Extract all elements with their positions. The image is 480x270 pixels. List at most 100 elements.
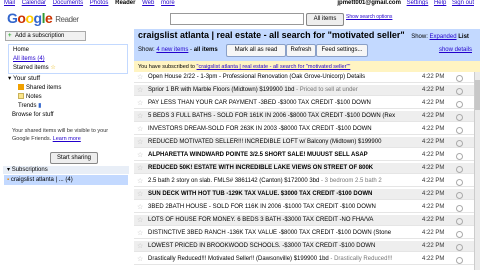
help-link[interactable]: Help [434, 0, 446, 6]
read-status-icon[interactable] [456, 127, 463, 134]
read-status-icon[interactable] [456, 205, 463, 212]
list-item[interactable]: ☆ 2.5 bath 2 story on slab. FMLS# 3861142… [134, 176, 474, 187]
star-icon[interactable]: ☆ [137, 254, 143, 265]
item-time: 4:22 PM [422, 178, 445, 184]
list-item[interactable]: ☆ REDUCED 50K! ESTATE WITH INCREDIBLE LAK… [134, 163, 474, 174]
read-status-icon[interactable] [456, 231, 463, 238]
notes-icon [18, 93, 24, 99]
show-details-link[interactable]: show details [439, 47, 472, 53]
read-status-icon[interactable] [456, 166, 463, 173]
read-status-icon[interactable] [456, 244, 463, 251]
search-scope-select[interactable]: All items [306, 13, 344, 26]
list-item[interactable]: ☆ DISTINCTIVE 3BED RANCH -136K TAX VALUE … [134, 228, 474, 239]
scrollbar[interactable] [474, 72, 480, 270]
notice-feed-link[interactable]: "craigslist atlanta | real estate - all … [197, 64, 351, 70]
subscriptions-header[interactable]: ▾ Subscriptions [3, 166, 129, 174]
list-item[interactable]: ☆ LOWEST PRICED IN BROOKWOOD SCHOOLS. -$3… [134, 241, 474, 252]
subscription-craigslist-atlanta[interactable]: ▪ craigslist atlanta | ... (4) [4, 175, 128, 185]
item-title-text: PAY LESS THAN YOUR CAR PAYMENT -3BED -$3… [148, 100, 371, 106]
star-icon[interactable]: ☆ [137, 137, 143, 148]
list-item[interactable]: ☆ LOTS OF HOUSE FOR MONEY. 6 BEDS 3 BATH … [134, 215, 474, 226]
read-status-icon[interactable] [456, 257, 463, 264]
nav-link-documents[interactable]: Documents [53, 0, 83, 6]
view-expanded-link[interactable]: Expanded [430, 34, 457, 40]
list-item[interactable]: ☆ ALPHARETTA WINDWARD POINTE 3/2.5 SHORT … [134, 150, 474, 161]
star-icon[interactable]: ☆ [137, 189, 143, 200]
collapse-triangle-icon: ▾ [7, 167, 11, 173]
feed-title: craigslist atlanta | real estate - all s… [138, 30, 405, 40]
shared-icon [18, 84, 24, 90]
read-status-icon[interactable] [456, 101, 463, 108]
sidebar-item-shared[interactable]: Shared items [18, 84, 61, 92]
refresh-button[interactable]: Refresh [286, 44, 316, 57]
all-items-filter[interactable]: all items [194, 47, 218, 53]
star-icon[interactable]: ☆ [137, 98, 143, 109]
nav-link-more[interactable]: more [161, 0, 175, 6]
add-subscription-button[interactable]: + Add a subscription [5, 31, 86, 41]
your-stuff-heading[interactable]: ▾ Your stuff [8, 75, 40, 83]
read-status-icon[interactable] [456, 88, 463, 95]
item-title: 2.5 bath 2 story on slab. FMLS# 3861142 … [148, 176, 414, 187]
sharing-info: Your shared items will be visible to you… [12, 127, 122, 143]
sidebar-item-browse[interactable]: Browse for stuff [12, 111, 54, 119]
start-sharing-button[interactable]: Start sharing [50, 152, 98, 164]
scrollbar-thumb[interactable] [475, 80, 480, 110]
google-reader-logo[interactable]: Google Reader [7, 10, 79, 26]
notes-label: Notes [26, 94, 42, 100]
star-icon[interactable]: ☆ [137, 241, 143, 252]
sidebar-item-notes[interactable]: Notes [18, 93, 42, 101]
read-status-icon[interactable] [456, 153, 463, 160]
list-item[interactable]: ☆ REDUCED MOTIVATED SELLER!!! INCREDIBLE … [134, 137, 474, 148]
item-time: 4:22 PM [422, 204, 445, 210]
star-icon[interactable]: ☆ [137, 163, 143, 174]
star-icon[interactable]: ☆ [137, 85, 143, 96]
read-status-icon[interactable] [456, 140, 463, 147]
sidebar-item-home[interactable]: Home [13, 46, 29, 54]
sidebar-item-starred[interactable]: Starred items ☆ [13, 64, 56, 72]
list-item[interactable]: ☆ Sprior 1 BR with Marble Floors (Midtown… [134, 85, 474, 96]
list-item[interactable]: ☆ Open House 2/22 - 1-3pm - Professional … [134, 72, 474, 83]
star-icon[interactable]: ☆ [137, 202, 143, 213]
filter-show-label: Show: [138, 47, 155, 53]
search-options-link[interactable]: Show search options [346, 14, 392, 20]
feed-settings-button[interactable]: Feed settings... [316, 44, 368, 57]
star-icon[interactable]: ☆ [137, 228, 143, 239]
star-icon[interactable]: ☆ [137, 176, 143, 187]
read-status-icon[interactable] [456, 114, 463, 121]
item-title: Drastically Reduced!!! Motivated Seller!… [148, 254, 414, 265]
new-items-link[interactable]: 4 new items [156, 47, 188, 53]
list-item[interactable]: ☆ PAY LESS THAN YOUR CAR PAYMENT -3BED -$… [134, 98, 474, 109]
read-status-icon[interactable] [456, 179, 463, 186]
list-item[interactable]: ☆ SUN DECK WITH HOT TUB -129K TAX VALUE. … [134, 189, 474, 200]
sidebar-item-trends[interactable]: Trends ▮ [18, 102, 41, 110]
list-item[interactable]: ☆ INVESTORS DREAM-SOLD FOR 263K IN 2003 -… [134, 124, 474, 135]
item-title: PAY LESS THAN YOUR CAR PAYMENT -3BED -$3… [148, 98, 414, 109]
read-status-icon[interactable] [456, 192, 463, 199]
star-icon[interactable]: ☆ [137, 72, 143, 83]
read-status-icon[interactable] [456, 75, 463, 82]
search-input[interactable] [170, 13, 304, 25]
list-item[interactable]: ☆ 3BED 2BATH HOUSE - SOLD FOR 116K IN 200… [134, 202, 474, 213]
learn-more-link[interactable]: Learn more [53, 136, 81, 142]
sidebar-item-all-items[interactable]: All items (4) [13, 55, 45, 63]
item-time: 4:22 PM [422, 113, 445, 119]
star-icon[interactable]: ☆ [137, 215, 143, 226]
sign-out-link[interactable]: Sign out [452, 0, 474, 6]
list-item[interactable]: ☆ 5 BEDS 3 FULL BATHS - SOLD FOR 161K IN … [134, 111, 474, 122]
mark-all-read-button[interactable]: Mark all as read [226, 44, 286, 57]
read-status-icon[interactable] [456, 218, 463, 225]
nav-link-mail[interactable]: Mail [4, 0, 15, 6]
item-time: 4:22 PM [422, 87, 445, 93]
item-time: 4:22 PM [422, 74, 445, 80]
view-list-link[interactable]: List [458, 34, 469, 40]
nav-link-photos[interactable]: Photos [90, 0, 109, 6]
list-item[interactable]: ☆ Drastically Reduced!!! Motivated Seller… [134, 254, 474, 265]
star-icon: ☆ [50, 65, 56, 71]
nav-link-web[interactable]: Web [142, 0, 154, 6]
item-title-text: Drastically Reduced!!! Motivated Seller!… [148, 256, 329, 262]
star-icon[interactable]: ☆ [137, 124, 143, 135]
star-icon[interactable]: ☆ [137, 111, 143, 122]
star-icon[interactable]: ☆ [137, 150, 143, 161]
nav-link-calendar[interactable]: Calendar [22, 0, 46, 6]
settings-link[interactable]: Settings [407, 0, 429, 6]
